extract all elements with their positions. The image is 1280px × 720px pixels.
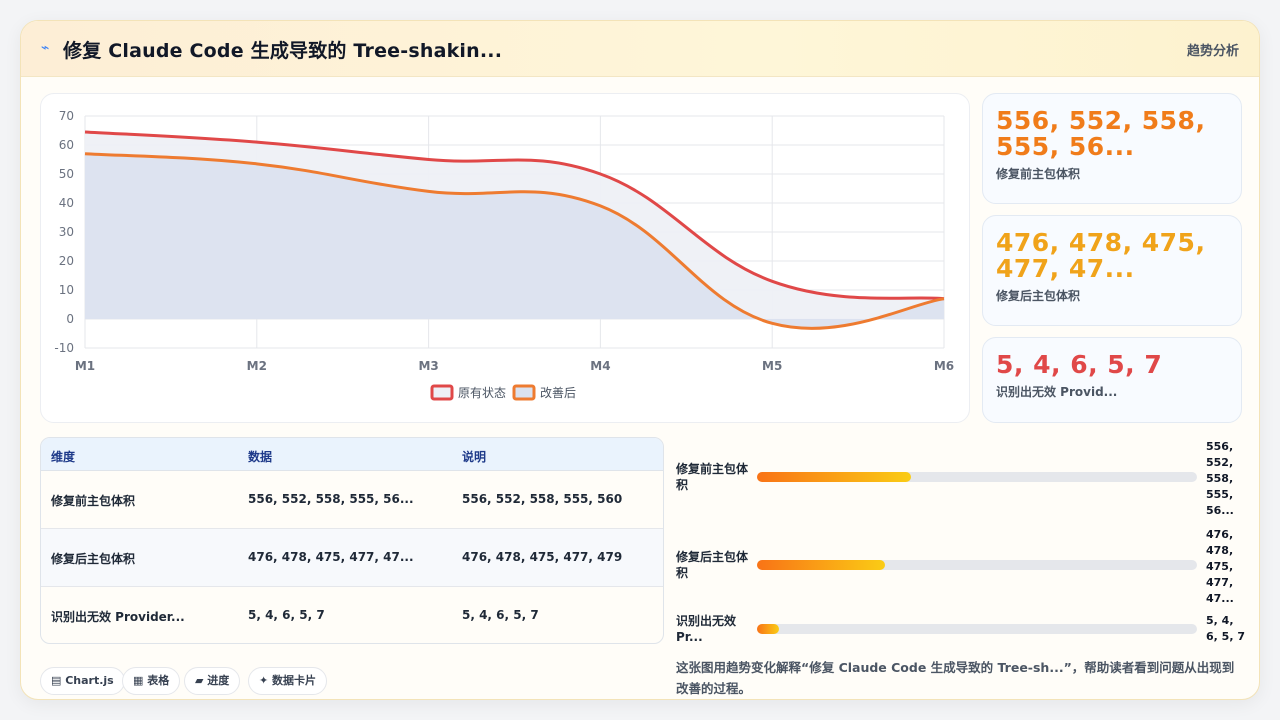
table-header-row: 维度 数据 说明: [41, 438, 663, 471]
table-cell: 修复前主包体积: [51, 494, 136, 508]
table-cell: 5, 4, 6, 5, 7: [462, 608, 539, 622]
progress-track: [757, 472, 1197, 482]
table-cell: 556, 552, 558, 555, 56...: [248, 492, 414, 506]
progress-value: 556, 552, 558, 555, 56...: [1206, 440, 1234, 517]
x-tick-label: M6: [934, 359, 954, 373]
table-cell: 5, 4, 6, 5, 7: [248, 608, 325, 622]
legend-swatch: [512, 384, 536, 401]
card-header: ⌁ 修复 Claude Code 生成导致的 Tree-shakin... 趋势…: [21, 21, 1259, 77]
progress-value: 476, 478, 475, 477, 47...: [1206, 528, 1234, 605]
y-tick-label: 60: [59, 138, 74, 152]
stat-card-after: 476, 478, 475, 477, 47... 修复后主包体积: [982, 215, 1242, 326]
progress-fill: [757, 624, 779, 634]
y-tick-label: -10: [54, 341, 74, 355]
line-chart-panel: -10 0 10 20 30 40 50 60 70 M1 M2 M3 M4 M5 M6 原有状态 改善后: [40, 93, 970, 423]
progress-value: 5, 4, 6, 5, 7: [1206, 614, 1245, 643]
table-row: 识别出无效 Provider... 5, 4, 6, 5, 7 5, 4, 6,…: [41, 587, 663, 643]
legend-swatch: [430, 384, 454, 401]
stat-label: 修复后主包体积: [996, 289, 1081, 303]
progress-track: [757, 624, 1197, 634]
progress-label: 识别出无效 Pr...: [676, 614, 737, 644]
x-tick-label: M5: [762, 359, 782, 373]
y-tick-label: 50: [59, 167, 74, 181]
chart-description: 这张图用趋势变化解释“修复 Claude Code 生成导致的 Tree-sh.…: [676, 660, 1235, 696]
column-header-note: 说明: [462, 450, 487, 464]
y-tick-label: 10: [59, 283, 74, 297]
stat-card-before: 556, 552, 558, 555, 56... 修复前主包体积: [982, 93, 1242, 204]
y-tick-label: 0: [66, 312, 74, 326]
legend-label: 原有状态: [458, 386, 506, 400]
table-cell: 476, 478, 475, 477, 479: [462, 550, 623, 564]
lightning-icon: ⌁: [41, 40, 50, 56]
stat-value: 5, 4, 6, 5, 7: [996, 350, 1163, 379]
line-chart: -10 0 10 20 30 40 50 60 70 M1 M2 M3 M4 M5 M6 原有状态 改善后: [54, 109, 954, 401]
table-row: 修复前主包体积 556, 552, 558, 555, 56... 556, 5…: [41, 471, 663, 529]
chip-data-cards[interactable]: ✦ 数据卡片: [248, 667, 328, 695]
progress-label: 修复后主包体积: [676, 550, 749, 580]
progress-fill: [757, 472, 911, 482]
column-header-data: 数据: [248, 450, 273, 464]
x-tick-label: M1: [75, 359, 95, 373]
trend-analysis-tag[interactable]: 趋势分析: [1187, 40, 1239, 59]
chip-table[interactable]: ▦ 表格: [122, 667, 181, 695]
dashboard-card: ⌁ 修复 Claude Code 生成导致的 Tree-shakin... 趋势…: [20, 20, 1260, 700]
page-title: 修复 Claude Code 生成导致的 Tree-shakin...: [63, 40, 503, 62]
table-cell: 556, 552, 558, 555, 560: [462, 492, 623, 506]
column-header-dimension: 维度: [51, 450, 76, 464]
chip-chartjs[interactable]: ▤ Chart.js: [40, 667, 125, 695]
table-cell: 修复后主包体积: [51, 552, 136, 566]
stat-value: 556, 552, 558, 555, 56...: [996, 106, 1206, 161]
legend-label: 改善后: [540, 385, 576, 400]
stat-label: 识别出无效 Provid...: [996, 385, 1118, 399]
y-tick-label: 30: [59, 225, 74, 239]
stat-card-invalid: 5, 4, 6, 5, 7 识别出无效 Provid...: [982, 337, 1242, 423]
x-tick-label: M3: [418, 359, 438, 373]
stat-value: 476, 478, 475, 477, 47...: [996, 228, 1206, 283]
x-tick-label: M2: [247, 359, 267, 373]
y-tick-label: 70: [59, 109, 74, 123]
table-cell: 476, 478, 475, 477, 47...: [248, 550, 414, 564]
progress-row-after: 修复后主包体积 476, 478, 475, 477, 47...: [676, 527, 1256, 607]
chip-progress[interactable]: ▰ 进度: [184, 667, 241, 695]
progress-label: 修复前主包体积: [676, 462, 749, 492]
progress-row-invalid: 识别出无效 Pr... 5, 4, 6, 5, 7: [676, 613, 1256, 649]
y-tick-label: 40: [59, 196, 74, 210]
progress-track: [757, 560, 1197, 570]
progress-row-before: 修复前主包体积 556, 552, 558, 555, 56...: [676, 439, 1256, 519]
data-table: 维度 数据 说明 修复前主包体积 556, 552, 558, 555, 56.…: [40, 437, 664, 644]
stat-label: 修复前主包体积: [996, 167, 1081, 181]
x-tick-label: M4: [590, 359, 610, 373]
table-row: 修复后主包体积 476, 478, 475, 477, 47... 476, 4…: [41, 529, 663, 587]
table-cell: 识别出无效 Provider...: [51, 610, 185, 624]
progress-fill: [757, 560, 885, 570]
y-tick-label: 20: [59, 254, 74, 268]
